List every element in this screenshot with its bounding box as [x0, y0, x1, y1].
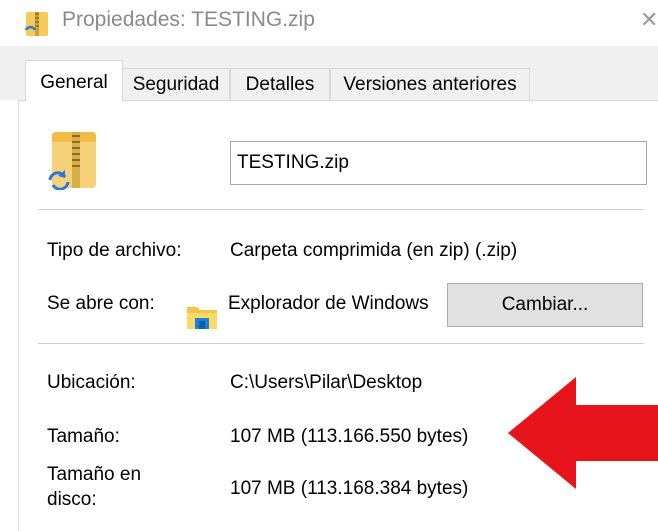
tab-previous-versions[interactable]: Versiones anteriores: [330, 68, 530, 100]
change-button[interactable]: Cambiar...: [447, 283, 643, 327]
tab-details[interactable]: Detalles: [230, 68, 330, 100]
file-name-input[interactable]: [230, 141, 647, 185]
size-on-disk-value: 107 MB (113.168.384 bytes): [230, 478, 469, 499]
location-label: Ubicación:: [47, 372, 136, 393]
divider-2: [38, 343, 644, 344]
title-bar: Propiedades: TESTING.zip ✕: [0, 0, 658, 46]
opens-with-label: Se abre con:: [47, 293, 155, 314]
tab-general[interactable]: General: [25, 60, 123, 102]
tab-security[interactable]: Seguridad: [122, 68, 230, 100]
size-value: 107 MB (113.166.550 bytes): [230, 426, 469, 447]
location-value: C:\Users\Pilar\Desktop: [230, 372, 423, 393]
file-type-value: Carpeta comprimida (en zip) (.zip): [230, 240, 518, 261]
zip-folder-large-icon: [48, 132, 96, 190]
size-on-disk-label-line1: Tamaño en: [47, 464, 142, 485]
divider-1: [38, 209, 644, 210]
close-button[interactable]: ✕: [640, 8, 658, 32]
opens-with-value: Explorador de Windows: [228, 293, 429, 314]
zip-folder-icon: [24, 12, 48, 36]
file-explorer-icon: [187, 307, 217, 329]
red-arrow-icon: [508, 377, 658, 489]
file-type-label: Tipo de archivo:: [47, 240, 182, 261]
window-title: Propiedades: TESTING.zip: [62, 8, 315, 31]
size-label: Tamaño:: [47, 426, 120, 447]
size-on-disk-label-line2: disco:: [47, 489, 97, 510]
